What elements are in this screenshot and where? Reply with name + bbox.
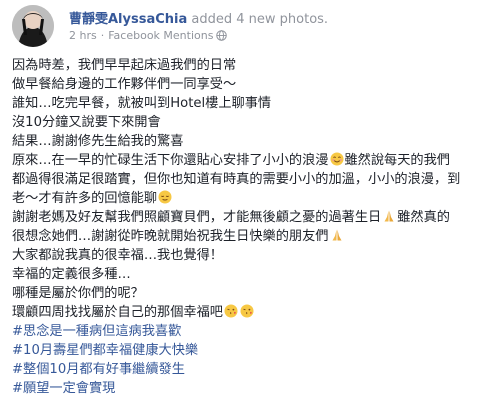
relieved-face-emoji xyxy=(158,190,172,210)
post-text-line: 大家都說我真的很幸福…我也覺得！ xyxy=(12,248,223,263)
hashtag-link[interactable]: #願望一定會實現 xyxy=(12,379,490,398)
post-text-line: 幸福的定義很多種… xyxy=(12,267,131,282)
folded-hands-emoji xyxy=(330,228,344,248)
post-text-segment: 老～才有許多的回憶能聊 xyxy=(12,191,158,206)
meta-separator: · xyxy=(100,29,105,42)
post-text-line: 環顧四周找找屬於自己的那個幸福吧 xyxy=(12,303,490,322)
post-text-segment: 雖然真的 xyxy=(397,210,450,225)
face-blowing-kiss-emoji xyxy=(224,304,238,324)
post-text-line: 哪種是屬於你們的呢？ xyxy=(12,286,144,301)
author-line: 曹靜雯AlyssaChia added 4 new photos. xyxy=(69,8,328,27)
post-text-line: 因為時差，我們早早起床過我們的日常 xyxy=(12,58,237,73)
post-text-segment: 原來…在一早的忙碌生活下你還貼心安排了小小的浪漫 xyxy=(12,153,329,168)
smiling-face-emoji xyxy=(330,152,344,172)
post-text-segment: 很想念她們…謝謝從昨晚就開始祝我生日快樂的朋友們 xyxy=(12,229,329,244)
hashtag-link[interactable]: #思念是一種病但這病我喜歡 xyxy=(12,322,490,341)
avatar[interactable] xyxy=(12,5,54,47)
hashtag-link[interactable]: #10月壽星們都幸福健康大快樂 xyxy=(12,341,490,360)
post-text-segment: 環顧四周找找屬於自己的那個幸福吧 xyxy=(12,305,223,320)
post-body: 因為時差，我們早早起床過我們的日常 做早餐給身邊的工作夥伴們一同享受～ 誰知…吃… xyxy=(12,56,490,398)
post-text-line: 原來…在一早的忙碌生活下你還貼心安排了小小的浪漫 雖然說每天的我們 xyxy=(12,151,490,170)
post-source[interactable]: Facebook Mentions xyxy=(108,29,213,42)
folded-hands-emoji xyxy=(382,209,396,229)
post-text-segment: 謝謝老媽及好友幫我們照顧寶貝們，才能無後顧之憂的過著生日 xyxy=(12,210,382,225)
post-text-line: 誰知…吃完早餐，就被叫到Hotel樓上聊事情 xyxy=(12,96,272,111)
post-action: added 4 new photos. xyxy=(191,12,329,27)
hashtag-link[interactable]: #整個10月都有好事繼續發生 xyxy=(12,360,490,379)
post-text-segment: 雖然說每天的我們 xyxy=(344,153,451,168)
post-text-line: 沒10分鐘又說要下來開會 xyxy=(12,115,161,130)
author-name[interactable]: 曹靜雯AlyssaChia xyxy=(69,12,187,27)
post-text-line: 很想念她們…謝謝從昨晚就開始祝我生日快樂的朋友們 xyxy=(12,227,490,246)
post-header: 曹靜雯AlyssaChia added 4 new photos. 2 hrs … xyxy=(12,0,492,50)
face-blowing-kiss-emoji xyxy=(240,304,254,324)
globe-icon[interactable] xyxy=(216,30,228,41)
post-text-line: 老～才有許多的回憶能聊 xyxy=(12,189,490,208)
post-text-line: 做早餐給身邊的工作夥伴們一同享受～ xyxy=(12,77,237,92)
post-text-line: 謝謝老媽及好友幫我們照顧寶貝們，才能無後顧之憂的過著生日 雖然真的 xyxy=(12,208,490,227)
post-timestamp[interactable]: 2 hrs xyxy=(69,29,97,42)
post-text-line: 結果…謝謝修先生給我的驚喜 xyxy=(12,134,184,149)
post-text-line: 都過得很滿足很踏實，但你也知道有時真的需要小小的加溫，小小的浪漫，到 xyxy=(12,172,461,187)
post-meta: 2 hrs · Facebook Mentions xyxy=(69,29,228,42)
